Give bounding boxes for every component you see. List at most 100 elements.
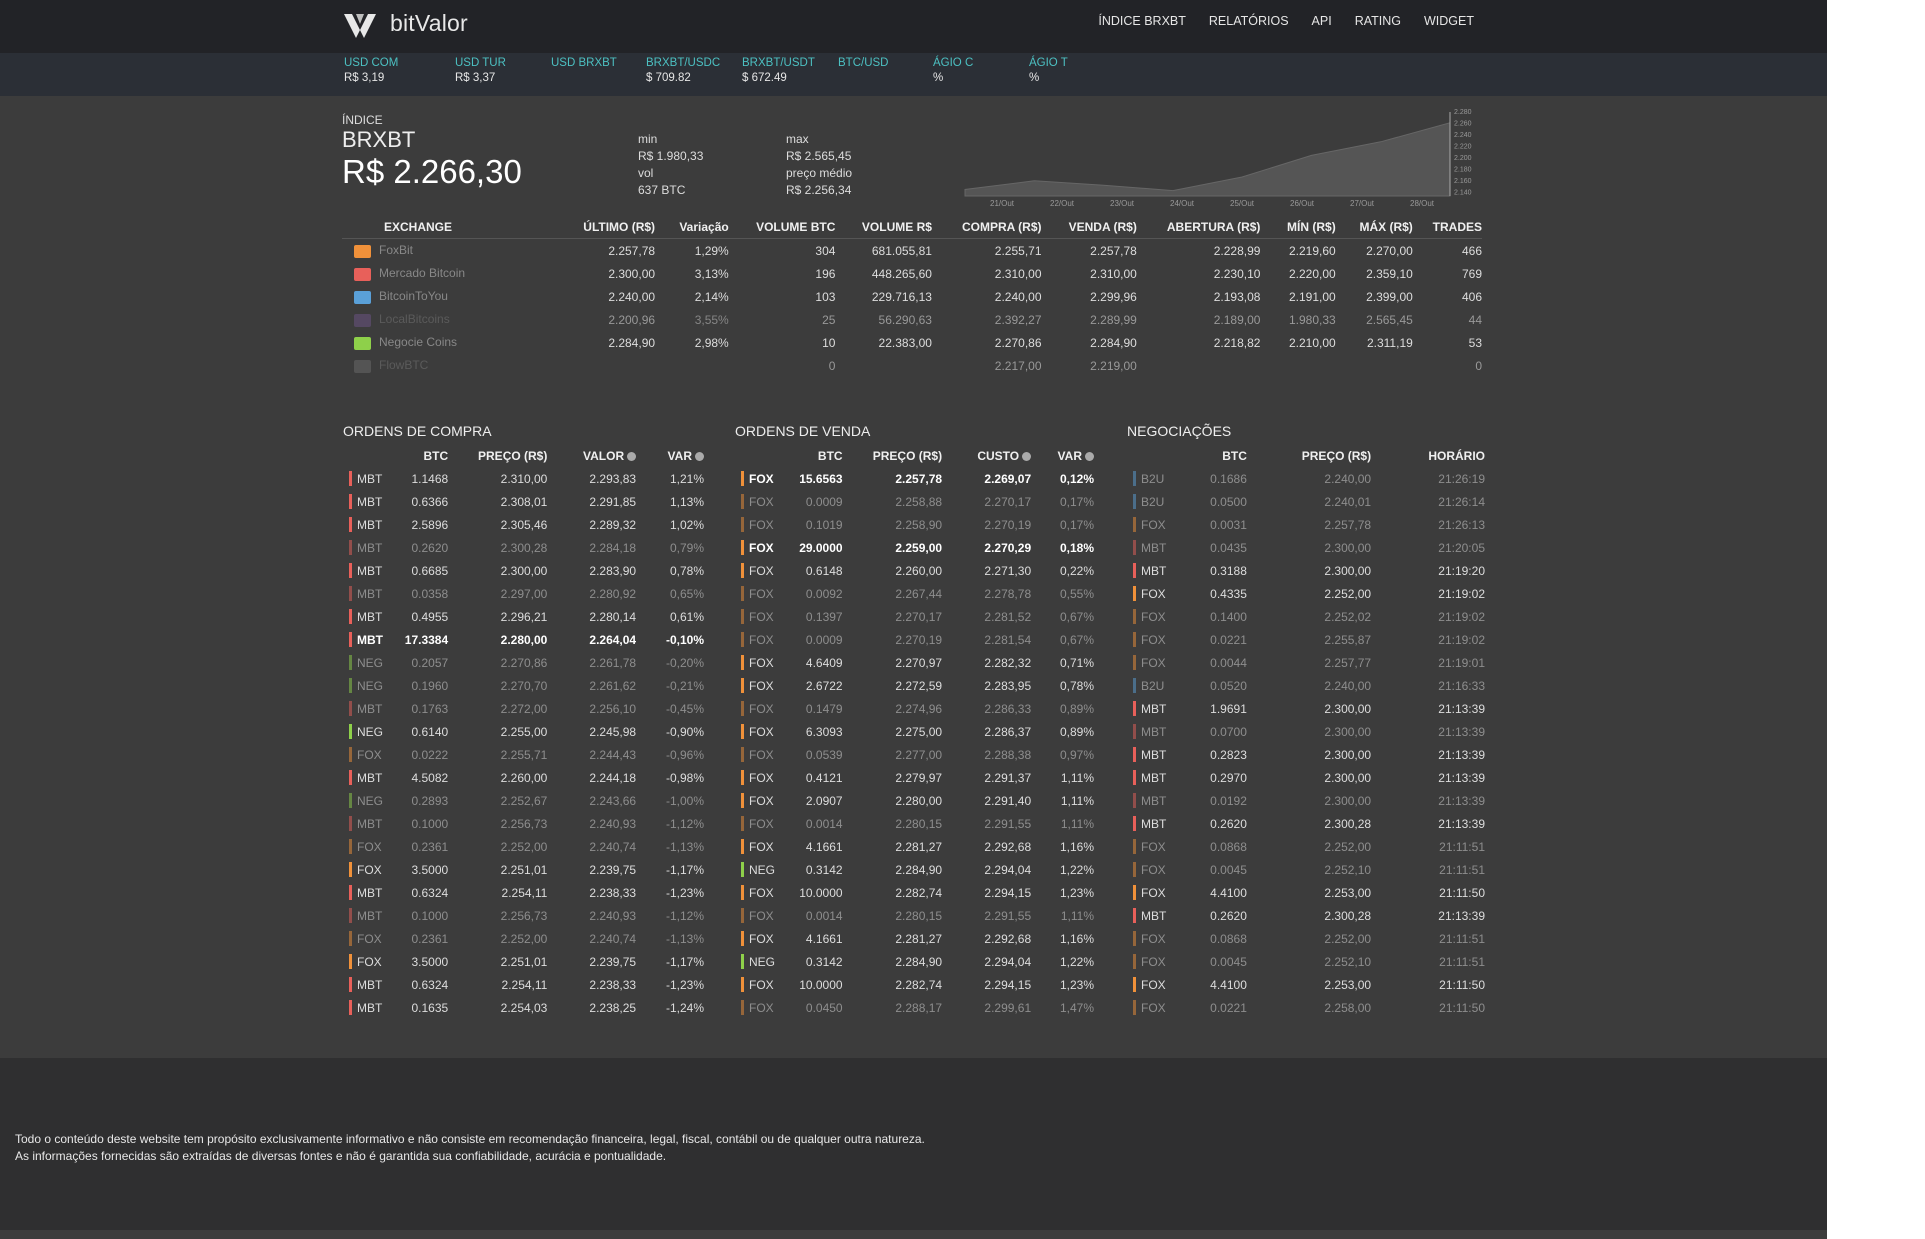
order-row[interactable]: FOX 6.3093 2.275,00 2.286,37 0,89% xyxy=(741,720,1094,743)
col-header[interactable]: PREÇO (R$) xyxy=(448,444,547,467)
exchange-name-cell[interactable]: LocalBitcoins xyxy=(342,308,572,331)
order-row[interactable]: FOX 0.0044 2.257,77 21:19:01 xyxy=(1133,651,1485,674)
order-row[interactable]: FOX 3.5000 2.251,01 2.239,75 -1,17% xyxy=(349,950,704,973)
nav-relatorios[interactable]: RELATÓRIOS xyxy=(1209,14,1289,28)
order-row[interactable]: FOX 10.0000 2.282,74 2.294,15 1,23% xyxy=(741,881,1094,904)
order-row[interactable]: FOX 0.0868 2.252,00 21:11:51 xyxy=(1133,927,1485,950)
col-header[interactable] xyxy=(741,444,783,467)
exchange-row[interactable]: Mercado Bitcoin 2.300,00 3,13% 196 448.265,6… xyxy=(342,262,1482,285)
order-row[interactable]: FOX 0.6148 2.260,00 2.271,30 0,22% xyxy=(741,559,1094,582)
order-row[interactable]: FOX 0.0092 2.267,44 2.278,78 0,55% xyxy=(741,582,1094,605)
order-row[interactable]: MBT 0.2620 2.300,28 2.284,18 0,79% xyxy=(349,536,704,559)
order-row[interactable]: MBT 4.5082 2.260,00 2.244,18 -0,98% xyxy=(349,766,704,789)
info-icon[interactable] xyxy=(1085,451,1094,461)
order-row[interactable]: NEG 0.6140 2.255,00 2.245,98 -0,90% xyxy=(349,720,704,743)
order-row[interactable]: FOX 0.0045 2.252,10 21:11:51 xyxy=(1133,950,1485,973)
col-header[interactable]: VALOR xyxy=(547,444,637,467)
order-row[interactable]: MBT 1.1468 2.310,00 2.293,83 1,21% xyxy=(349,467,704,490)
col-header[interactable]: EXCHANGE xyxy=(342,216,573,239)
order-row[interactable]: MBT 0.3188 2.300,00 21:19:20 xyxy=(1133,559,1485,582)
order-row[interactable]: NEG 0.2057 2.270,86 2.261,78 -0,20% xyxy=(349,651,704,674)
exchange-name[interactable]: Mercado Bitcoin xyxy=(379,266,465,280)
col-header[interactable]: CUSTO xyxy=(942,444,1032,467)
col-header[interactable]: COMPRA (R$) xyxy=(931,216,1042,239)
col-header[interactable]: MÍN (R$) xyxy=(1260,216,1336,239)
order-row[interactable]: NEG 0.2893 2.252,67 2.243,66 -1,00% xyxy=(349,789,704,812)
exchange-name[interactable]: FlowBTC xyxy=(379,358,428,372)
order-row[interactable]: MBT 0.0700 2.300,00 21:13:39 xyxy=(1133,720,1485,743)
col-header[interactable]: VENDA (R$) xyxy=(1041,216,1137,239)
order-row[interactable]: FOX 0.0450 2.288,17 2.299,61 1,47% xyxy=(741,996,1094,1019)
exchange-name[interactable]: BitcoinToYou xyxy=(379,289,448,303)
bitvalor-logo-icon[interactable] xyxy=(342,10,378,42)
nav-api[interactable]: API xyxy=(1312,14,1332,28)
col-header[interactable]: HORÁRIO xyxy=(1371,444,1485,467)
order-row[interactable]: MBT 0.0358 2.297,00 2.280,92 0,65% xyxy=(349,582,704,605)
col-header[interactable]: VAR xyxy=(636,444,704,467)
order-row[interactable]: FOX 0.0539 2.277,00 2.288,38 0,97% xyxy=(741,743,1094,766)
order-row[interactable]: NEG 0.1960 2.270,70 2.261,62 -0,21% xyxy=(349,674,704,697)
exchange-row[interactable]: FlowBTC 0 2.217,00 2.219,00 0 xyxy=(342,354,1482,377)
order-row[interactable]: NEG 0.3142 2.284,90 2.294,04 1,22% xyxy=(741,950,1094,973)
order-row[interactable]: MBT 1.9691 2.300,00 21:13:39 xyxy=(1133,697,1485,720)
order-row[interactable]: FOX 4.1661 2.281,27 2.292,68 1,16% xyxy=(741,927,1094,950)
order-row[interactable]: FOX 0.0014 2.280,15 2.291,55 1,11% xyxy=(741,812,1094,835)
col-header[interactable]: BTC xyxy=(1174,444,1247,467)
order-row[interactable]: FOX 0.0222 2.255,71 2.244,43 -0,96% xyxy=(349,743,704,766)
nav-widget[interactable]: WIDGET xyxy=(1424,14,1474,28)
order-row[interactable]: MBT 0.6685 2.300,00 2.283,90 0,78% xyxy=(349,559,704,582)
order-row[interactable]: B2U 0.0520 2.240,00 21:16:33 xyxy=(1133,674,1485,697)
order-row[interactable]: FOX 0.1400 2.252,02 21:19:02 xyxy=(1133,605,1485,628)
info-icon[interactable] xyxy=(695,451,704,461)
order-row[interactable]: FOX 0.0221 2.255,87 21:19:02 xyxy=(1133,628,1485,651)
exchange-row[interactable]: FoxBit 2.257,78 1,29% 304 681.055,81 2.255,71… xyxy=(342,239,1482,263)
col-header[interactable]: Variação xyxy=(655,216,729,239)
order-row[interactable]: FOX 0.0221 2.258,00 21:11:50 xyxy=(1133,996,1485,1019)
order-row[interactable]: MBT 0.6366 2.308,01 2.291,85 1,13% xyxy=(349,490,704,513)
col-header[interactable]: ÚLTIMO (R$) xyxy=(572,216,656,239)
col-header[interactable]: PREÇO (R$) xyxy=(843,444,942,467)
order-row[interactable]: FOX 29.0000 2.259,00 2.270,29 0,18% xyxy=(741,536,1094,559)
col-header[interactable]: VOLUME R$ xyxy=(835,216,932,239)
col-header[interactable]: VAR xyxy=(1031,444,1094,467)
order-row[interactable]: MBT 0.1000 2.256,73 2.240,93 -1,12% xyxy=(349,812,704,835)
order-row[interactable]: FOX 2.0907 2.280,00 2.291,40 1,11% xyxy=(741,789,1094,812)
order-row[interactable]: FOX 0.0014 2.280,15 2.291,55 1,11% xyxy=(741,904,1094,927)
order-row[interactable]: FOX 4.1661 2.281,27 2.292,68 1,16% xyxy=(741,835,1094,858)
col-header[interactable] xyxy=(1133,444,1174,467)
nav-indice-brxbt[interactable]: ÍNDICE BRXBT xyxy=(1098,14,1186,28)
nav-rating[interactable]: RATING xyxy=(1355,14,1401,28)
order-row[interactable]: MBT 0.2620 2.300,28 21:13:39 xyxy=(1133,904,1485,927)
exchange-row[interactable]: BitcoinToYou 2.240,00 2,14% 103 229.716,13 2.… xyxy=(342,285,1482,308)
order-row[interactable]: FOX 0.0868 2.252,00 21:11:51 xyxy=(1133,835,1485,858)
order-row[interactable]: FOX 0.0009 2.270,19 2.281,54 0,67% xyxy=(741,628,1094,651)
order-row[interactable]: FOX 0.0045 2.252,10 21:11:51 xyxy=(1133,858,1485,881)
order-row[interactable]: FOX 10.0000 2.282,74 2.294,15 1,23% xyxy=(741,973,1094,996)
col-header[interactable]: VOLUME BTC xyxy=(728,216,836,239)
order-row[interactable]: FOX 4.6409 2.270,97 2.282,32 0,71% xyxy=(741,651,1094,674)
order-row[interactable]: FOX 0.2361 2.252,00 2.240,74 -1,13% xyxy=(349,927,704,950)
order-row[interactable]: FOX 0.1479 2.274,96 2.286,33 0,89% xyxy=(741,697,1094,720)
order-row[interactable]: MBT 0.1000 2.256,73 2.240,93 -1,12% xyxy=(349,904,704,927)
order-row[interactable]: MBT 0.2970 2.300,00 21:13:39 xyxy=(1133,766,1485,789)
order-row[interactable]: FOX 15.6563 2.257,78 2.269,07 0,12% xyxy=(741,467,1094,490)
order-row[interactable]: MBT 0.2620 2.300,28 21:13:39 xyxy=(1133,812,1485,835)
order-row[interactable]: MBT 0.1763 2.272,00 2.256,10 -0,45% xyxy=(349,697,704,720)
exchange-row[interactable]: Negocie Coins 2.284,90 2,98% 10 22.383,00 2.2… xyxy=(342,331,1482,354)
order-row[interactable]: MBT 0.2823 2.300,00 21:13:39 xyxy=(1133,743,1485,766)
order-row[interactable]: FOX 0.4335 2.252,00 21:19:02 xyxy=(1133,582,1485,605)
exchange-name-cell[interactable]: Negocie Coins xyxy=(342,331,572,354)
order-row[interactable]: MBT 0.6324 2.254,11 2.238,33 -1,23% xyxy=(349,881,704,904)
col-header[interactable]: ABERTURA (R$) xyxy=(1136,216,1261,239)
col-header[interactable]: MÁX (R$) xyxy=(1335,216,1413,239)
order-row[interactable]: FOX 0.1019 2.258,90 2.270,19 0,17% xyxy=(741,513,1094,536)
brand-name[interactable]: bitValor xyxy=(390,10,468,37)
order-row[interactable]: FOX 0.0031 2.257,78 21:26:13 xyxy=(1133,513,1485,536)
col-header[interactable]: BTC xyxy=(783,444,843,467)
order-row[interactable]: FOX 0.1397 2.270,17 2.281,52 0,67% xyxy=(741,605,1094,628)
order-row[interactable]: B2U 0.1686 2.240,00 21:26:19 xyxy=(1133,467,1485,490)
order-row[interactable]: FOX 4.4100 2.253,00 21:11:50 xyxy=(1133,881,1485,904)
exchange-name-cell[interactable]: BitcoinToYou xyxy=(342,285,572,308)
order-row[interactable]: B2U 0.0500 2.240,01 21:26:14 xyxy=(1133,490,1485,513)
order-row[interactable]: MBT 0.0435 2.300,00 21:20:05 xyxy=(1133,536,1485,559)
